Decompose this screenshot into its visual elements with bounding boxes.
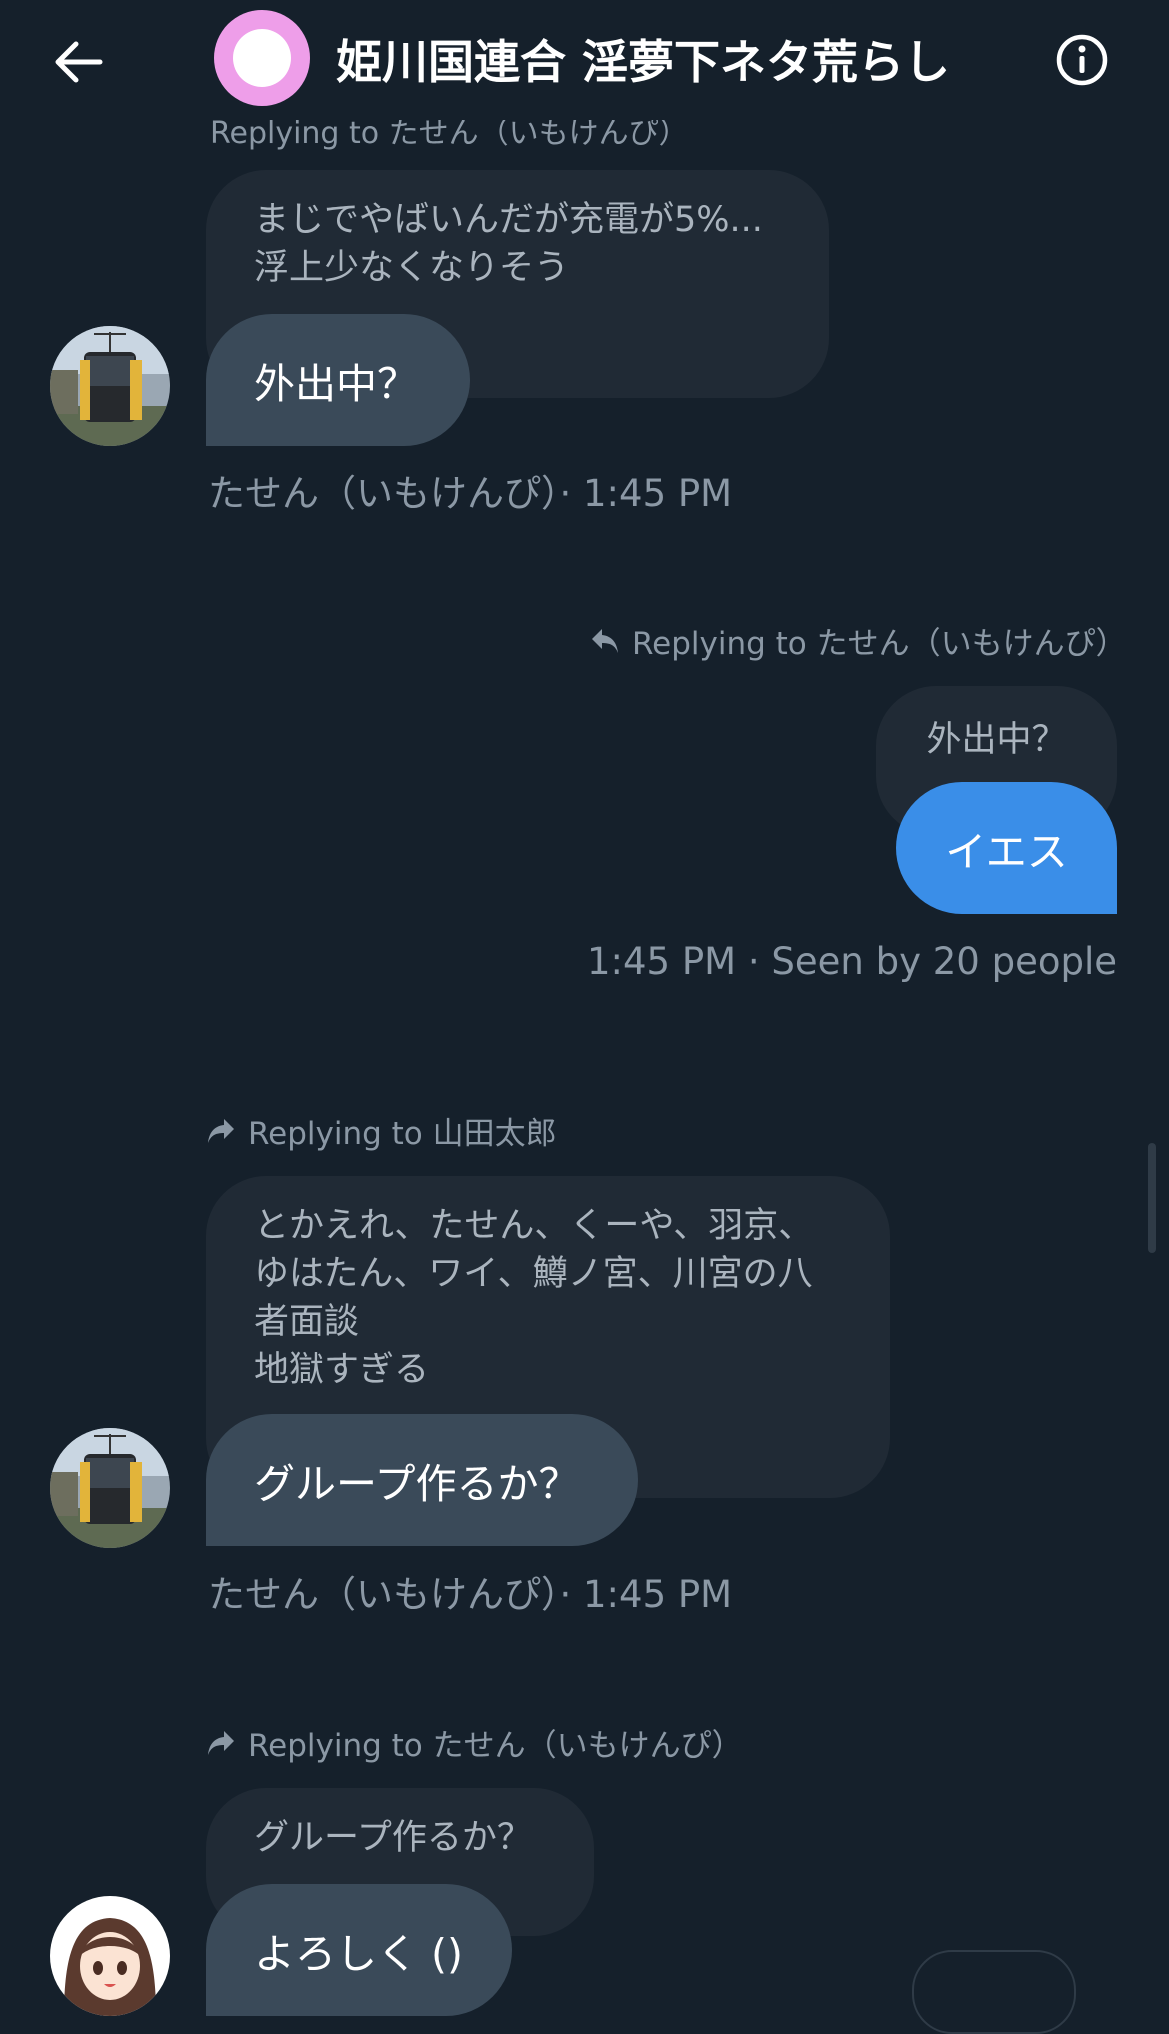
message-meta: たせん（いもけんぴ）· 1:45 PM xyxy=(208,472,733,515)
group-avatar-center xyxy=(233,29,291,87)
message-bubble-incoming[interactable]: グループ作るか？ xyxy=(206,1414,638,1546)
user-avatar-tasen[interactable] xyxy=(50,326,170,446)
reply-indicator: Replying to たせん（いもけんぴ） xyxy=(590,618,1127,663)
message-bubble-incoming[interactable]: 外出中？ xyxy=(206,314,470,446)
back-button[interactable] xyxy=(46,30,110,94)
info-icon xyxy=(1056,34,1108,86)
reply-indicator: Replying to たせん（いもけんぴ） xyxy=(206,1720,743,1765)
forward-reply-icon xyxy=(208,1730,234,1755)
scroll-to-bottom-button[interactable] xyxy=(912,1950,1076,2034)
message-meta: たせん（いもけんぴ）· 1:45 PM xyxy=(208,1573,733,1616)
forward-reply-icon xyxy=(208,1118,234,1143)
message-bubble-incoming[interactable]: よろしく () xyxy=(206,1884,512,2016)
user-avatar-anime[interactable] xyxy=(50,1896,170,2016)
group-title[interactable]: 姫川国連合 淫夢下ネタ荒らし xyxy=(336,26,950,92)
reply-indicator-label: Replying to 山田太郎 xyxy=(248,1116,557,1152)
group-avatar[interactable] xyxy=(214,10,310,106)
reply-indicator-label: Replying to たせん（いもけんぴ） xyxy=(632,626,1127,662)
arrow-left-icon xyxy=(55,41,103,83)
scrollbar-thumb[interactable] xyxy=(1148,1143,1156,1253)
reply-indicator: Replying to 山田太郎 xyxy=(206,1108,557,1153)
reply-arrow-icon xyxy=(592,628,618,653)
user-avatar-tasen[interactable] xyxy=(50,1428,170,1548)
conversation-header: 姫川国連合 淫夢下ネタ荒らし xyxy=(0,0,1169,120)
message-meta: 1:45 PM · Seen by 20 people xyxy=(587,940,1117,983)
reply-indicator-label: Replying to たせん（いもけんぴ） xyxy=(248,1728,743,1764)
message-bubble-outgoing[interactable]: イエス xyxy=(896,782,1117,914)
info-button[interactable] xyxy=(1052,30,1112,90)
